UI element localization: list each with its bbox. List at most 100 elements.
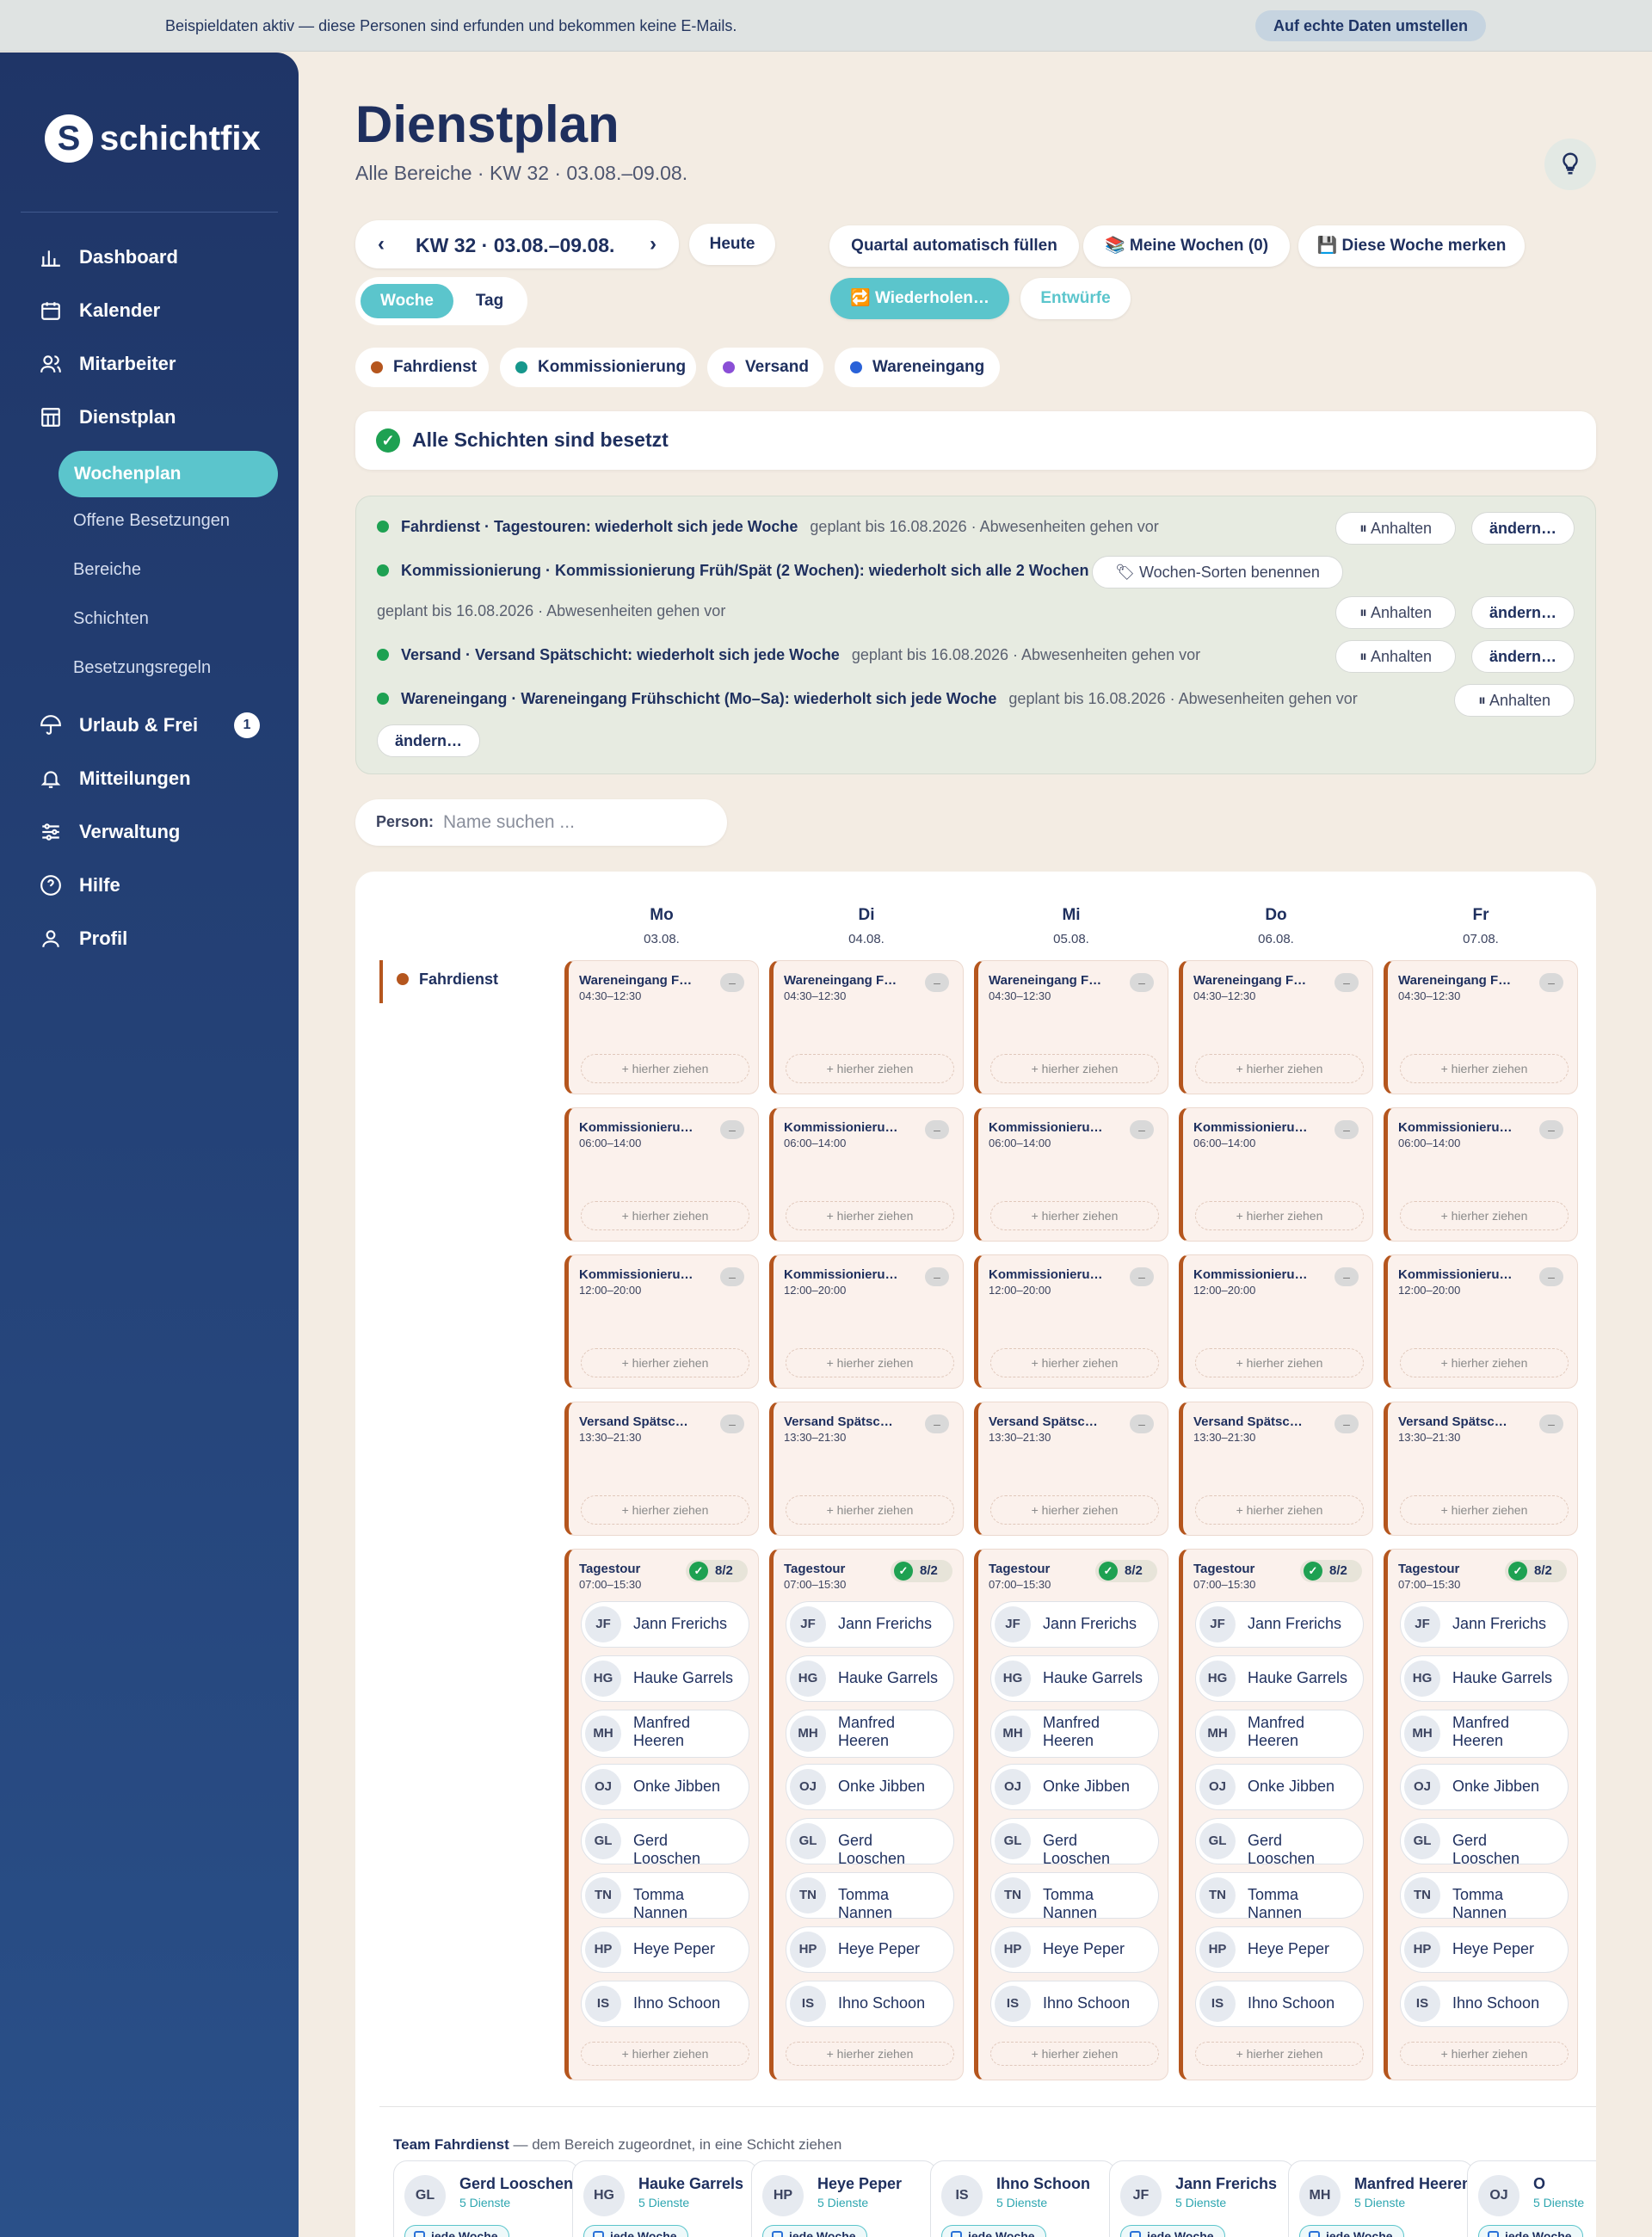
drop-zone[interactable]: + hierher ziehen — [786, 2042, 954, 2066]
person-search-input[interactable] — [443, 806, 710, 839]
staff-count-badge[interactable]: ✓ 8/2 — [1505, 1560, 1567, 1582]
drop-zone[interactable]: + hierher ziehen — [1195, 1201, 1364, 1230]
assigned-employee[interactable]: GL Gerd Looschen — [1195, 1818, 1364, 1867]
assigned-employee[interactable]: OJ Onke Jibben — [1400, 1764, 1569, 1810]
switch-real-data-button[interactable]: Auf echte Daten umstellen — [1255, 10, 1486, 41]
assigned-employee[interactable]: OJ Onke Jibben — [581, 1764, 749, 1810]
staff-count-badge[interactable]: ✓ 8/2 — [686, 1560, 748, 1582]
staff-count-badge[interactable]: – — [1335, 1120, 1359, 1139]
staff-count-badge[interactable]: – — [1539, 1414, 1563, 1433]
staff-count-badge[interactable]: – — [925, 1120, 949, 1139]
drop-zone[interactable]: + hierher ziehen — [1195, 1054, 1364, 1083]
drop-zone[interactable]: + hierher ziehen — [990, 2042, 1159, 2066]
name-week-types-button[interactable]: 🏷 Wochen-Sorten benennen — [1092, 556, 1343, 589]
assigned-employee[interactable]: GL Gerd Looschen — [990, 1818, 1159, 1867]
team-member-card[interactable]: MH Manfred Heeren 5 Dienste jede Woche — [1288, 2160, 1474, 2237]
assigned-employee[interactable]: MH Manfred Heeren — [990, 1710, 1159, 1758]
staff-count-badge[interactable]: – — [720, 1267, 744, 1286]
staff-count-badge[interactable]: – — [1130, 1267, 1154, 1286]
drop-zone[interactable]: + hierher ziehen — [581, 2042, 749, 2066]
assigned-employee[interactable]: HG Hauke Garrels — [1195, 1655, 1364, 1702]
drop-zone[interactable]: + hierher ziehen — [1400, 1201, 1569, 1230]
today-button[interactable]: Heute — [689, 224, 775, 265]
assigned-employee[interactable]: GL Gerd Looschen — [581, 1818, 749, 1867]
change-rule-button[interactable]: ändern… — [1471, 512, 1575, 545]
drop-zone[interactable]: + hierher ziehen — [1400, 1054, 1569, 1083]
view-week-button[interactable]: Woche — [361, 284, 453, 318]
assigned-employee[interactable]: TN Tomma Nannen — [1400, 1872, 1569, 1921]
sidebar-subitem-bereiche[interactable]: Bereiche — [73, 560, 141, 580]
assigned-employee[interactable]: IS Ihno Schoon — [1400, 1981, 1569, 2027]
team-member-card[interactable]: GL Gerd Looschen 5 Dienste jede Woche — [393, 2160, 579, 2237]
assigned-employee[interactable]: HP Heye Peper — [1400, 1926, 1569, 1973]
staff-count-badge[interactable]: – — [1539, 973, 1563, 992]
staff-count-badge[interactable]: – — [720, 1414, 744, 1433]
drop-zone[interactable]: + hierher ziehen — [786, 1054, 954, 1083]
staff-count-badge[interactable]: – — [925, 1267, 949, 1286]
assigned-employee[interactable]: HG Hauke Garrels — [990, 1655, 1159, 1702]
sidebar-item-mitarbeiter[interactable]: Mitarbeiter — [40, 351, 176, 377]
drop-zone[interactable]: + hierher ziehen — [990, 1495, 1159, 1525]
sidebar-item-dienstplan[interactable]: Dienstplan — [40, 404, 176, 430]
area-chip-versand[interactable]: Versand — [707, 348, 823, 387]
assigned-employee[interactable]: JF Jann Frerichs — [1400, 1601, 1569, 1648]
staff-count-badge[interactable]: – — [1539, 1120, 1563, 1139]
weekly-tag[interactable]: jede Woche — [404, 2225, 509, 2237]
sidebar-subitem-offene-besetzungen[interactable]: Offene Besetzungen — [73, 511, 230, 531]
change-rule-button[interactable]: ändern… — [1471, 640, 1575, 673]
assigned-employee[interactable]: OJ Onke Jibben — [786, 1764, 954, 1810]
staff-count-badge[interactable]: – — [1130, 973, 1154, 992]
assigned-employee[interactable]: HG Hauke Garrels — [581, 1655, 749, 1702]
staff-count-badge[interactable]: – — [1130, 1414, 1154, 1433]
assigned-employee[interactable]: TN Tomma Nannen — [581, 1872, 749, 1921]
staff-count-badge[interactable]: – — [1335, 973, 1359, 992]
staff-count-badge[interactable]: – — [925, 973, 949, 992]
assigned-employee[interactable]: IS Ihno Schoon — [786, 1981, 954, 2027]
sidebar-item-kalender[interactable]: Kalender — [40, 298, 160, 324]
staff-count-badge[interactable]: – — [1539, 1267, 1563, 1286]
drop-zone[interactable]: + hierher ziehen — [1400, 1495, 1569, 1525]
area-chip-kommissionierung[interactable]: Kommissionierung — [500, 348, 696, 387]
change-rule-button[interactable]: ändern… — [1471, 596, 1575, 629]
repeat-button[interactable]: 🔁 Wiederholen… — [830, 278, 1009, 319]
sidebar-subitem-schichten[interactable]: Schichten — [73, 609, 149, 629]
weekly-tag[interactable]: jede Woche — [762, 2225, 867, 2237]
weekly-tag[interactable]: jede Woche — [1120, 2225, 1225, 2237]
weekly-tag[interactable]: jede Woche — [1299, 2225, 1404, 2237]
drop-zone[interactable]: + hierher ziehen — [1400, 1348, 1569, 1377]
team-member-card[interactable]: HP Heye Peper 5 Dienste jede Woche — [751, 2160, 937, 2237]
assigned-employee[interactable]: MH Manfred Heeren — [1400, 1710, 1569, 1758]
drop-zone[interactable]: + hierher ziehen — [990, 1054, 1159, 1083]
staff-count-badge[interactable]: – — [925, 1414, 949, 1433]
assigned-employee[interactable]: GL Gerd Looschen — [786, 1818, 954, 1867]
team-member-card[interactable]: OJ O 5 Dienste jede Woche — [1467, 2160, 1596, 2237]
assigned-employee[interactable]: IS Ihno Schoon — [990, 1981, 1159, 2027]
drop-zone[interactable]: + hierher ziehen — [1195, 1495, 1364, 1525]
assigned-employee[interactable]: TN Tomma Nannen — [990, 1872, 1159, 1921]
assigned-employee[interactable]: TN Tomma Nannen — [1195, 1872, 1364, 1921]
drop-zone[interactable]: + hierher ziehen — [990, 1348, 1159, 1377]
drop-zone[interactable]: + hierher ziehen — [1400, 2042, 1569, 2066]
assigned-employee[interactable]: JF Jann Frerichs — [581, 1601, 749, 1648]
assigned-employee[interactable]: JF Jann Frerichs — [990, 1601, 1159, 1648]
assigned-employee[interactable]: IS Ihno Schoon — [581, 1981, 749, 2027]
sidebar-item-verwaltung[interactable]: Verwaltung — [40, 819, 180, 845]
sidebar-item-mitteilungen[interactable]: Mitteilungen — [40, 766, 191, 792]
assigned-employee[interactable]: HP Heye Peper — [1195, 1926, 1364, 1973]
assigned-employee[interactable]: HP Heye Peper — [786, 1926, 954, 1973]
assigned-employee[interactable]: IS Ihno Schoon — [1195, 1981, 1364, 2027]
fill-quarter-button[interactable]: Quartal automatisch füllen — [829, 225, 1079, 267]
assigned-employee[interactable]: OJ Onke Jibben — [990, 1764, 1159, 1810]
weekly-tag[interactable]: jede Woche — [941, 2225, 1046, 2237]
my-weeks-button[interactable]: 📚 Meine Wochen (0) — [1083, 225, 1290, 267]
staff-count-badge[interactable]: – — [1130, 1120, 1154, 1139]
staff-count-badge[interactable]: – — [1335, 1414, 1359, 1433]
view-day-button[interactable]: Tag — [464, 284, 515, 318]
drop-zone[interactable]: + hierher ziehen — [581, 1201, 749, 1230]
drop-zone[interactable]: + hierher ziehen — [1195, 2042, 1364, 2066]
sidebar-item-hilfe[interactable]: Hilfe — [40, 872, 120, 898]
drop-zone[interactable]: + hierher ziehen — [786, 1201, 954, 1230]
assigned-employee[interactable]: MH Manfred Heeren — [786, 1710, 954, 1758]
assigned-employee[interactable]: HP Heye Peper — [581, 1926, 749, 1973]
assigned-employee[interactable]: MH Manfred Heeren — [1195, 1710, 1364, 1758]
